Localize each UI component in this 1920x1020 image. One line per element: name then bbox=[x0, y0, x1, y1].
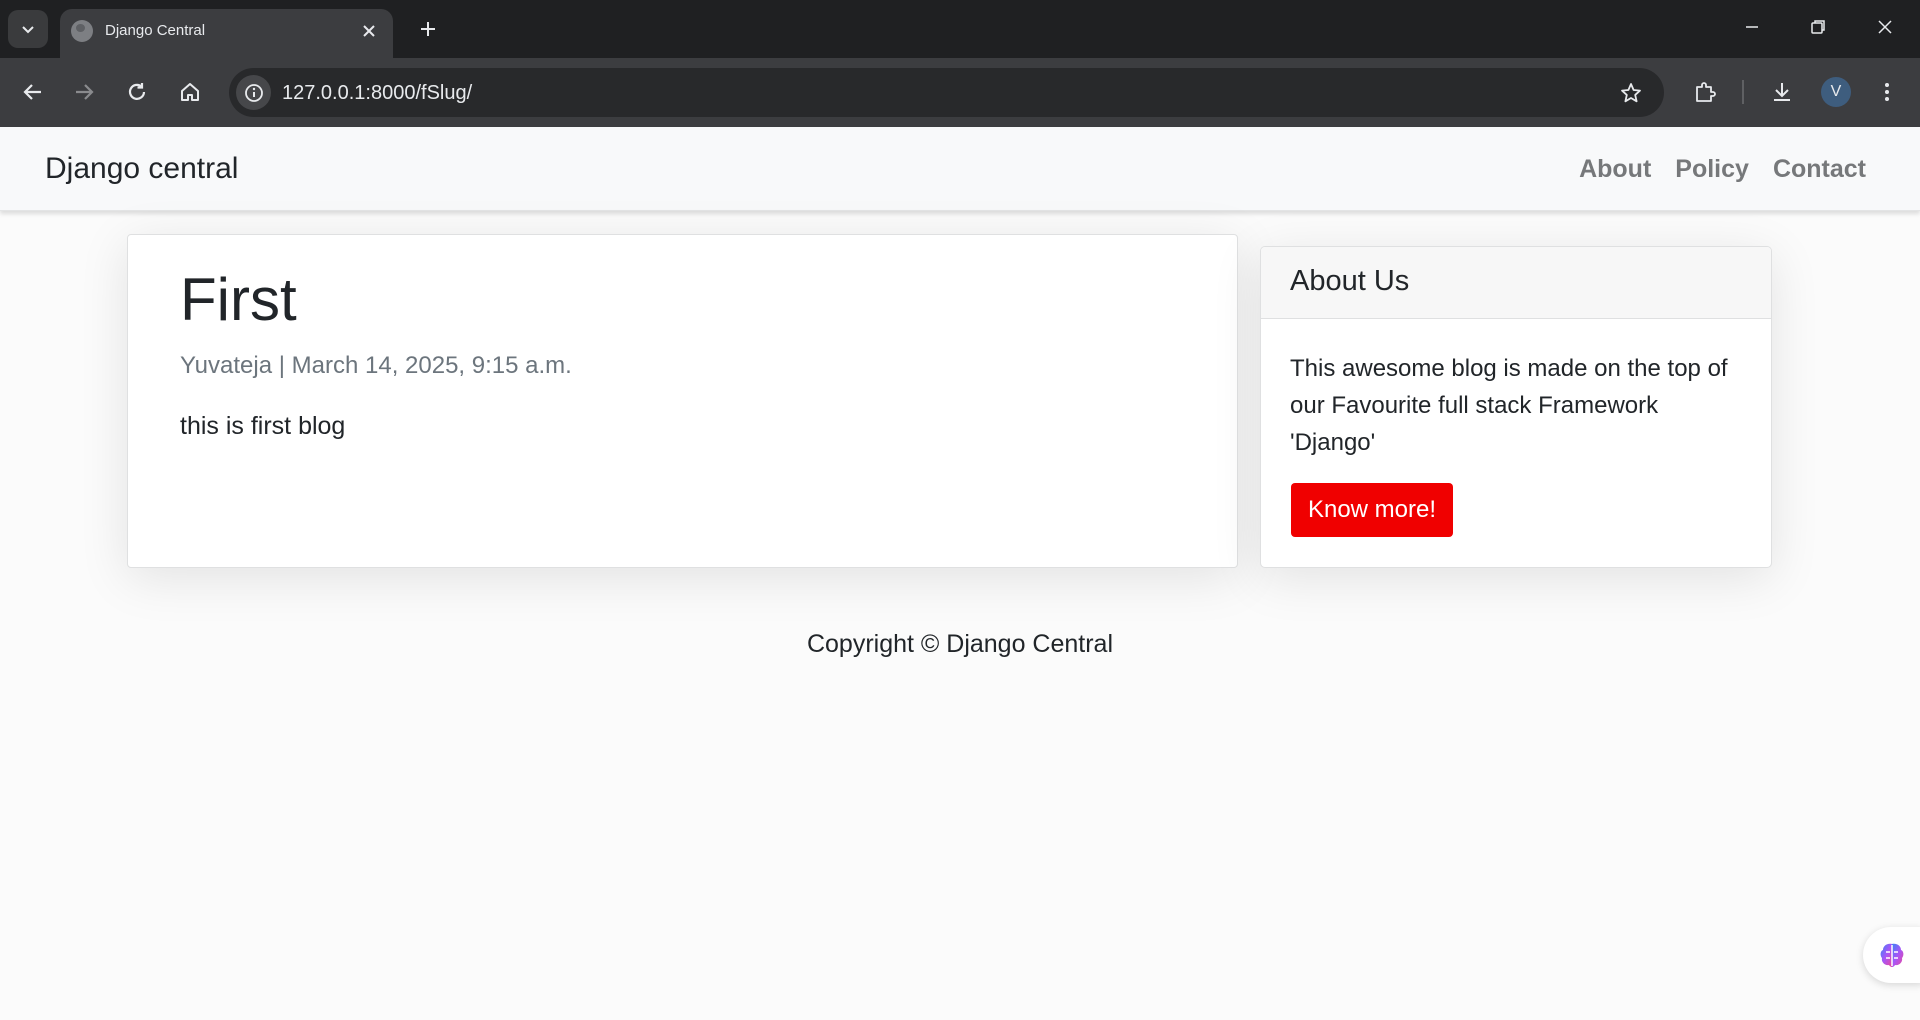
nav-link-contact[interactable]: Contact bbox=[1773, 153, 1866, 185]
restore-icon bbox=[1811, 20, 1825, 34]
close-icon bbox=[1878, 20, 1892, 34]
toolbar-separator bbox=[1742, 80, 1744, 104]
tab-search-button[interactable] bbox=[8, 10, 48, 48]
minimize-button[interactable] bbox=[1737, 12, 1767, 42]
browser-menu-button[interactable] bbox=[1870, 75, 1904, 109]
url-text[interactable]: 127.0.0.1:8000/fSlug/ bbox=[282, 81, 472, 105]
about-us-text: This awesome blog is made on the top of … bbox=[1290, 355, 1728, 456]
back-button[interactable] bbox=[16, 75, 50, 109]
globe-icon bbox=[71, 20, 93, 42]
star-icon bbox=[1621, 83, 1641, 103]
home-button[interactable] bbox=[173, 75, 207, 109]
puzzle-icon bbox=[1696, 82, 1716, 102]
reload-button[interactable] bbox=[120, 75, 154, 109]
nav-link-about[interactable]: About bbox=[1579, 153, 1651, 185]
profile-avatar[interactable]: V bbox=[1821, 77, 1851, 107]
new-tab-button[interactable] bbox=[415, 14, 441, 44]
post-body: this is first blog bbox=[180, 412, 346, 440]
extension-widget-button[interactable] bbox=[1863, 927, 1920, 983]
post-card: First Yuvateja | March 14, 2025, 9:15 a.… bbox=[127, 234, 1238, 568]
tab-title: Django Central bbox=[105, 22, 206, 39]
extensions-button[interactable] bbox=[1688, 75, 1722, 109]
tab-close-button[interactable] bbox=[357, 19, 381, 43]
more-vertical-icon bbox=[1885, 83, 1889, 101]
reload-icon bbox=[128, 83, 146, 100]
post-meta: Yuvateja | March 14, 2025, 9:15 a.m. bbox=[180, 352, 572, 379]
post-title: First bbox=[180, 266, 297, 333]
bookmark-button[interactable] bbox=[1618, 80, 1644, 106]
download-icon bbox=[1774, 83, 1790, 101]
footer-copyright: Copyright © Django Central bbox=[806, 630, 1114, 658]
browser-toolbar: 127.0.0.1:8000/fSlug/ V bbox=[0, 58, 1920, 127]
browser-tab-strip: Django Central bbox=[0, 0, 1920, 58]
chevron-down-icon bbox=[22, 26, 34, 34]
home-icon bbox=[181, 83, 199, 101]
brain-icon bbox=[1880, 943, 1904, 967]
site-brand[interactable]: Django central bbox=[45, 151, 238, 187]
site-info-button[interactable] bbox=[236, 75, 271, 110]
info-icon bbox=[244, 83, 263, 102]
nav-links: About Policy Contact bbox=[1579, 153, 1866, 185]
plus-icon bbox=[421, 22, 435, 36]
browser-tab-active[interactable]: Django Central bbox=[60, 9, 393, 58]
downloads-button[interactable] bbox=[1765, 75, 1799, 109]
arrow-right-icon bbox=[76, 84, 94, 100]
about-us-header: About Us bbox=[1261, 247, 1771, 319]
nav-link-policy[interactable]: Policy bbox=[1675, 153, 1749, 185]
restore-button[interactable] bbox=[1803, 12, 1833, 42]
site-navbar: Django central About Policy Contact bbox=[0, 127, 1920, 211]
forward-button[interactable] bbox=[67, 75, 101, 109]
address-bar[interactable]: 127.0.0.1:8000/fSlug/ bbox=[229, 68, 1664, 117]
close-window-button[interactable] bbox=[1870, 12, 1900, 42]
about-us-card: About Us This awesome blog is made on th… bbox=[1260, 246, 1772, 568]
close-icon bbox=[363, 25, 375, 37]
arrow-left-icon bbox=[23, 84, 41, 100]
know-more-button[interactable]: Know more! bbox=[1291, 483, 1453, 537]
minimize-icon bbox=[1746, 26, 1758, 28]
